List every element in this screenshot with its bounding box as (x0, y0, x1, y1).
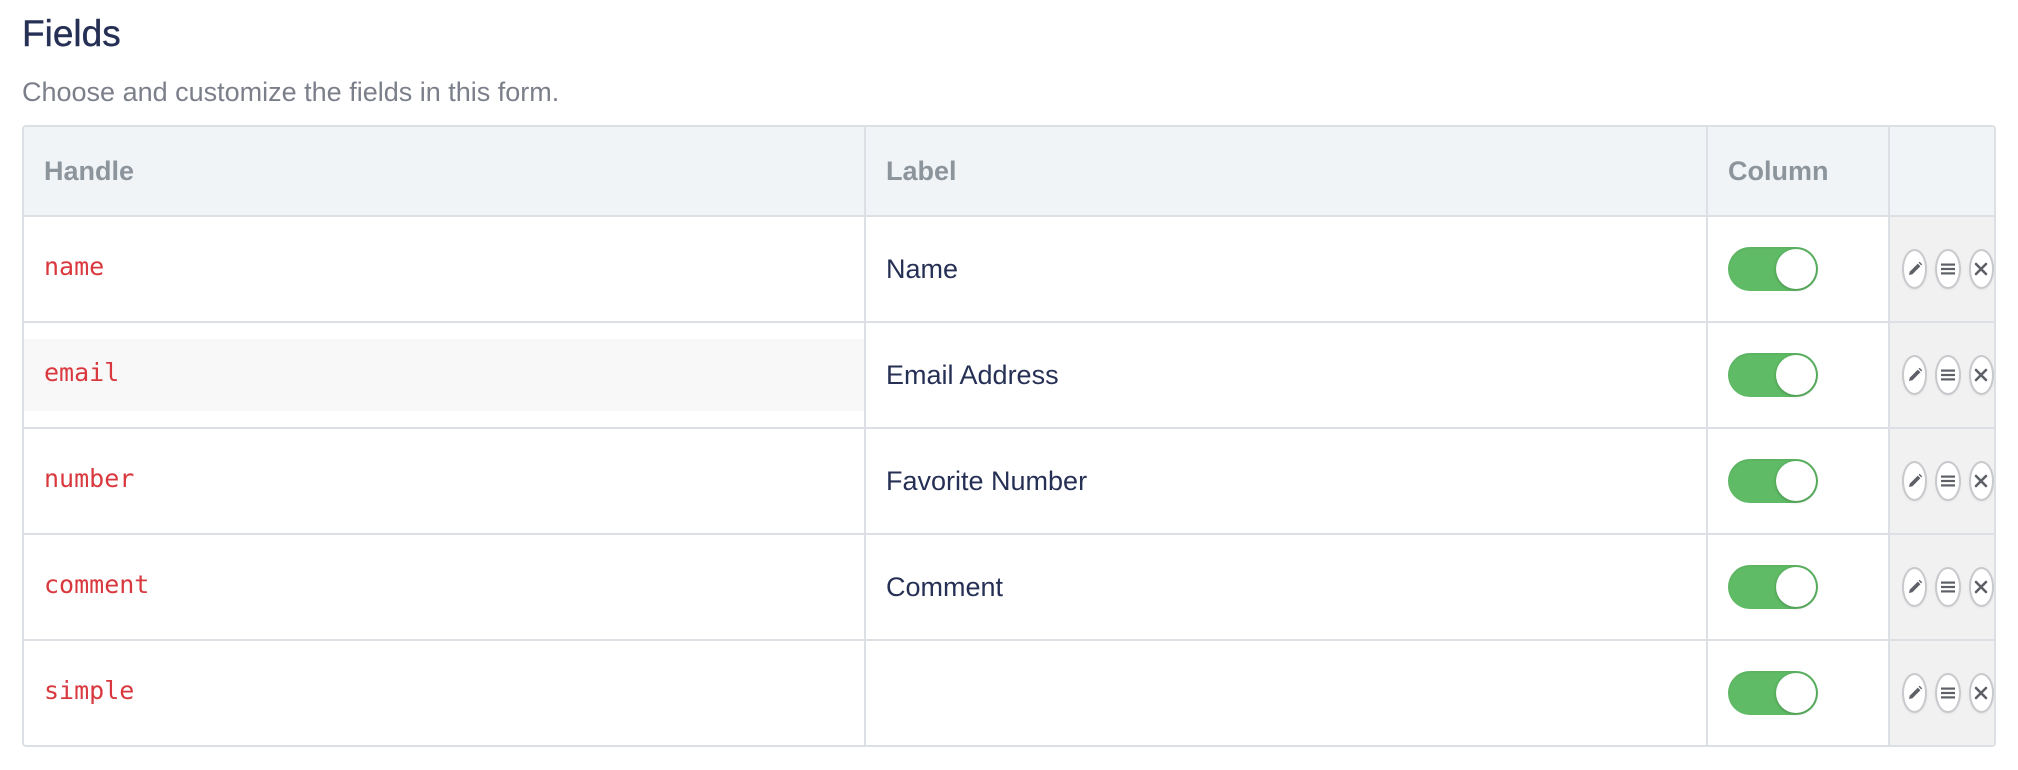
row-actions (1890, 429, 1994, 535)
pencil-icon (1908, 261, 1922, 275)
column-cell (1708, 429, 1890, 535)
field-handle: comment (44, 569, 150, 599)
table-row: comment Comment (24, 535, 1994, 641)
column-header-actions (1890, 127, 1994, 217)
field-label: Favorite Number (866, 429, 1708, 535)
drag-handle-icon (1940, 475, 1955, 487)
toggle-knob (1776, 567, 1816, 607)
edit-button[interactable] (1902, 461, 1928, 501)
close-icon (1975, 686, 1988, 700)
section-description: Choose and customize the fields in this … (22, 77, 560, 107)
drag-button[interactable] (1935, 249, 1961, 289)
drag-button[interactable] (1935, 567, 1961, 607)
pencil-icon (1908, 473, 1922, 487)
column-cell (1708, 323, 1890, 429)
table-row: email Email Address (24, 323, 1994, 429)
pencil-icon (1908, 367, 1922, 381)
field-label (866, 641, 1708, 745)
close-icon (1975, 262, 1988, 276)
column-header-handle: Handle (24, 127, 866, 217)
column-cell (1708, 535, 1890, 641)
close-icon (1975, 368, 1988, 382)
table-row: simple (24, 641, 1994, 745)
edit-button[interactable] (1902, 567, 1928, 607)
drag-handle-icon (1940, 263, 1955, 275)
toggle-knob (1776, 461, 1816, 501)
drag-button[interactable] (1935, 673, 1961, 713)
pencil-icon (1908, 579, 1922, 593)
close-icon (1975, 580, 1988, 594)
delete-button[interactable] (1968, 567, 1994, 607)
drag-button[interactable] (1935, 461, 1961, 501)
column-header-label: Label (866, 127, 1708, 217)
edit-button[interactable] (1902, 355, 1928, 395)
field-label: Comment (866, 535, 1708, 641)
row-actions (1890, 323, 1994, 429)
handle-cell: simple (24, 641, 866, 745)
delete-button[interactable] (1968, 461, 1994, 501)
column-header-column: Column (1708, 127, 1890, 217)
row-actions (1890, 641, 1994, 745)
edit-button[interactable] (1902, 249, 1928, 289)
column-toggle[interactable] (1728, 671, 1818, 715)
drag-handle-icon (1940, 369, 1955, 381)
delete-button[interactable] (1968, 355, 1994, 395)
column-toggle[interactable] (1728, 353, 1818, 397)
handle-cell: number (24, 429, 866, 535)
toggle-knob (1776, 673, 1816, 713)
column-cell (1708, 217, 1890, 323)
field-handle: email (44, 357, 120, 387)
field-handle: name (44, 251, 105, 281)
field-handle: number (44, 463, 135, 493)
handle-cell: email (24, 323, 866, 429)
close-icon (1975, 474, 1988, 488)
handle-cell: name (24, 217, 866, 323)
toggle-knob (1776, 355, 1816, 395)
drag-handle-icon (1940, 581, 1955, 593)
table-header-row: Handle Label Column (24, 127, 1994, 217)
column-toggle[interactable] (1728, 247, 1818, 291)
row-actions (1890, 535, 1994, 641)
edit-button[interactable] (1902, 673, 1928, 713)
drag-handle-icon (1940, 687, 1955, 699)
field-handle: simple (44, 675, 135, 705)
column-toggle[interactable] (1728, 565, 1818, 609)
field-label: Email Address (866, 323, 1708, 429)
delete-button[interactable] (1968, 673, 1994, 713)
table-row: name Name (24, 217, 1994, 323)
fields-table: Handle Label Column name Name email Emai… (22, 125, 1996, 747)
handle-cell: comment (24, 535, 866, 641)
table-row: number Favorite Number (24, 429, 1994, 535)
toggle-knob (1776, 249, 1816, 289)
field-label: Name (866, 217, 1708, 323)
section-title: Fields (22, 13, 121, 54)
column-cell (1708, 641, 1890, 745)
column-toggle[interactable] (1728, 459, 1818, 503)
fields-section: Fields Choose and customize the fields i… (22, 10, 1998, 747)
drag-button[interactable] (1935, 355, 1961, 395)
pencil-icon (1908, 685, 1922, 699)
delete-button[interactable] (1968, 249, 1994, 289)
row-actions (1890, 217, 1994, 323)
